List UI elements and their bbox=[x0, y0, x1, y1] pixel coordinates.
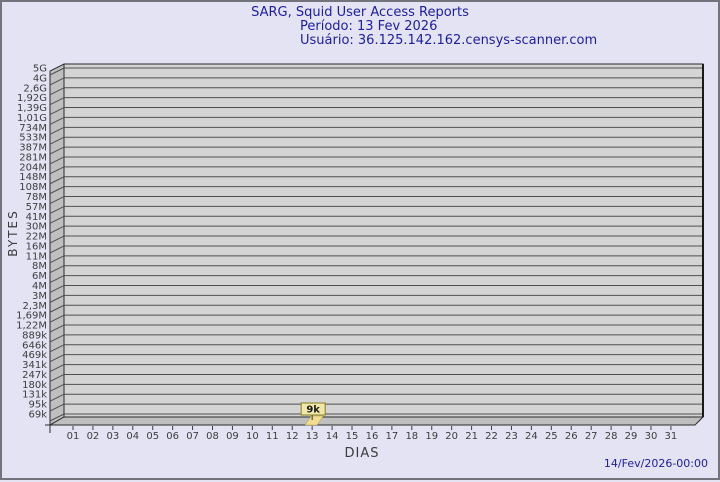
x-tick-label: 02 bbox=[87, 431, 100, 442]
x-tick-label: 01 bbox=[67, 431, 80, 442]
x-tick-label: 10 bbox=[246, 431, 259, 442]
x-tick-label: 26 bbox=[565, 431, 578, 442]
x-tick-label: 07 bbox=[186, 431, 199, 442]
x-tick-label: 17 bbox=[386, 431, 399, 442]
x-tick-label: 20 bbox=[445, 431, 458, 442]
x-tick-label: 06 bbox=[166, 431, 179, 442]
x-tick-label: 28 bbox=[605, 431, 618, 442]
sarg-report-page: SARG, Squid User Access Reports Período:… bbox=[0, 0, 720, 480]
x-tick-label: 21 bbox=[465, 431, 478, 442]
bar-value-label: 9k bbox=[306, 405, 320, 416]
y-tick-label: 69k bbox=[28, 410, 47, 421]
x-tick-label: 16 bbox=[366, 431, 379, 442]
x-tick-label: 09 bbox=[226, 431, 239, 442]
x-tick-label: 12 bbox=[286, 431, 299, 442]
x-tick-label: 08 bbox=[206, 431, 219, 442]
x-tick-label: 23 bbox=[505, 431, 518, 442]
x-tick-label: 03 bbox=[106, 431, 119, 442]
x-tick-label: 13 bbox=[306, 431, 319, 442]
x-tick-label: 18 bbox=[405, 431, 418, 442]
x-tick-label: 31 bbox=[665, 431, 678, 442]
x-tick-label: 25 bbox=[545, 431, 558, 442]
x-tick-label: 24 bbox=[525, 431, 538, 442]
plot-floor bbox=[48, 416, 705, 426]
y-axis-title: BYTES bbox=[6, 209, 20, 257]
x-tick-label: 19 bbox=[425, 431, 438, 442]
x-tick-label: 11 bbox=[266, 431, 279, 442]
x-tick-label: 05 bbox=[146, 431, 159, 442]
x-tick-label: 30 bbox=[645, 431, 658, 442]
x-tick-label: 22 bbox=[485, 431, 498, 442]
x-tick-label: 14 bbox=[326, 431, 339, 442]
bytes-per-day-bar-chart: 5G4G2,6G1,92G1,39G1,01G734M533M387M281M2… bbox=[16, 63, 705, 442]
generated-timestamp: 14/Fev/2026-00:00 bbox=[603, 457, 708, 470]
x-tick-label: 27 bbox=[585, 431, 598, 442]
x-tick-label: 15 bbox=[346, 431, 359, 442]
x-tick-label: 04 bbox=[126, 431, 139, 442]
x-tick-label: 29 bbox=[625, 431, 638, 442]
